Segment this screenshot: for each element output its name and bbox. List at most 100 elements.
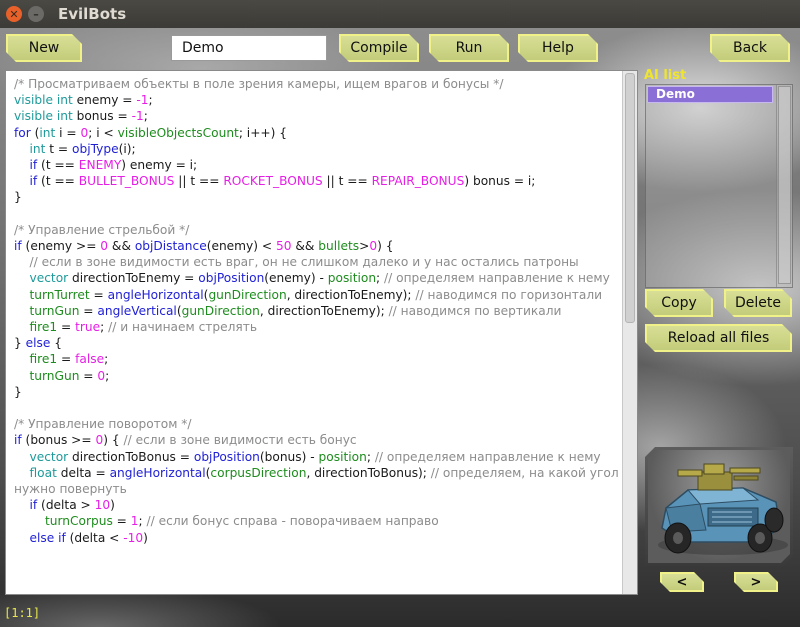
code-line[interactable]: visible int enemy = -1; <box>14 92 620 108</box>
code-line[interactable]: float delta = angleHorizontal(corpusDire… <box>14 465 620 497</box>
copy-button[interactable]: Copy <box>645 289 713 317</box>
code-token: objType <box>72 141 119 156</box>
code-token: && <box>291 239 319 254</box>
code-token: angleVertical <box>97 303 177 318</box>
code-token: ; <box>376 271 385 286</box>
delete-button[interactable]: Delete <box>724 289 792 317</box>
ai-list-scrollbar[interactable] <box>776 85 792 287</box>
code-token: = <box>112 514 131 529</box>
code-line[interactable] <box>14 400 620 416</box>
code-token: turnGun <box>29 303 80 318</box>
code-token: ROCKET_BONUS <box>223 174 323 189</box>
code-token: (enemy) - <box>264 271 328 286</box>
code-token: if <box>14 239 22 254</box>
help-button[interactable]: Help <box>518 34 598 62</box>
code-token: delta = <box>56 465 110 480</box>
cursor-position: [1:1] <box>4 606 41 620</box>
code-line[interactable]: else if (delta < -10) <box>14 530 620 546</box>
new-button[interactable]: New <box>6 34 82 62</box>
code-line[interactable]: /* Просматриваем объекты в поле зрения к… <box>14 76 620 92</box>
code-line[interactable]: vector directionToEnemy = objPosition(en… <box>14 270 620 286</box>
code-token: // определяем направление к немy <box>384 271 610 286</box>
code-token: else <box>25 336 51 351</box>
code-token: fire1 <box>29 352 58 367</box>
ai-list-title: AI list <box>644 68 687 83</box>
code-token: fire1 <box>29 320 58 335</box>
code-line[interactable]: // если в зоне видимости есть враг, он н… <box>14 254 620 270</box>
code-line[interactable]: visible int bonus = -1; <box>14 108 620 124</box>
code-line[interactable]: } <box>14 189 620 205</box>
code-token: bullets <box>318 239 360 254</box>
reload-all-files-button[interactable]: Reload all files <box>645 324 792 352</box>
code-token: 0 <box>100 239 109 254</box>
code-token: angleHorizontal <box>109 465 206 480</box>
code-token: // определяем направление к немy <box>374 449 601 464</box>
code-token: -10 <box>123 530 144 545</box>
code-token: ) { <box>377 239 394 254</box>
code-line[interactable]: } <box>14 384 620 400</box>
code-token: { <box>50 336 63 351</box>
code-token: (t == <box>37 174 79 189</box>
window-title: EvilBots <box>58 5 127 23</box>
code-token: } <box>14 384 22 399</box>
code-token: ; <box>143 109 148 124</box>
code-line[interactable]: vector directionToBonus = objPosition(bo… <box>14 449 620 465</box>
code-token: /* Просматриваем объекты в поле зрения к… <box>14 77 504 91</box>
code-line[interactable]: turnGun = 0; <box>14 368 620 384</box>
code-token: visibleObjectsCount <box>117 125 239 140</box>
code-line[interactable]: fire1 = false; <box>14 351 620 367</box>
code-line[interactable]: if (t == ENEMY) enemy = i; <box>14 157 620 173</box>
close-icon[interactable]: ✕ <box>6 6 22 22</box>
editor-scrollbar[interactable] <box>622 71 637 594</box>
code-line[interactable]: turnGun = angleVertical(gunDirection, di… <box>14 303 620 319</box>
title-bar: ✕ – EvilBots <box>0 0 800 28</box>
code-line[interactable]: if (bonus >= 0) { // если в зоне видимос… <box>14 432 620 448</box>
compile-button[interactable]: Compile <box>339 34 419 62</box>
code-line[interactable] <box>14 206 620 222</box>
bot-name-input[interactable] <box>171 35 327 61</box>
code-token: // наводимся по вертикали <box>388 303 562 318</box>
code-line[interactable]: /* Управление стрельбой */ <box>14 222 620 238</box>
code-line[interactable]: for (int i = 0; i < visibleObjectsCount;… <box>14 125 620 141</box>
code-line[interactable]: turnCorpus = 1; // если бонус справа - п… <box>14 513 620 529</box>
code-line[interactable]: /* Управление поворотом */ <box>14 416 620 432</box>
code-token: 1 <box>130 514 139 529</box>
code-token: objPosition <box>193 449 260 464</box>
code-token: ; <box>100 320 109 335</box>
ai-list-scrollbar-thumb[interactable] <box>778 86 791 284</box>
code-line[interactable]: if (t == BULLET_BONUS || t == ROCKET_BON… <box>14 173 620 189</box>
code-token: // если бонус справа - поворачиваем напр… <box>146 514 439 529</box>
code-token: else if <box>29 530 66 545</box>
code-token: ) bonus = i; <box>464 174 536 189</box>
code-token: // если в зоне видимости есть бонус <box>123 433 357 448</box>
code-editor[interactable]: /* Просматриваем объекты в поле зрения к… <box>5 70 638 595</box>
code-line[interactable]: fire1 = true; // и начинаем стрелять <box>14 319 620 335</box>
code-token: (bonus) - <box>259 449 319 464</box>
minimize-icon[interactable]: – <box>28 6 44 22</box>
code-line[interactable]: if (enemy >= 0 && objDistance(enemy) < 5… <box>14 238 620 254</box>
ai-list-item[interactable]: Demo <box>647 86 773 103</box>
editor-scrollbar-thumb[interactable] <box>625 73 635 323</box>
code-token: 50 <box>275 239 292 254</box>
code-token: } <box>14 336 26 351</box>
code-line[interactable]: if (delta > 10) <box>14 497 620 513</box>
code-token: int <box>39 125 56 140</box>
code-token: directionToBonus = <box>68 449 194 464</box>
code-line[interactable]: turnTurret = angleHorizontal(gunDirectio… <box>14 287 620 303</box>
back-button[interactable]: Back <box>710 34 790 62</box>
ai-list[interactable]: Demo <box>645 84 793 288</box>
code-text[interactable]: /* Просматриваем объекты в поле зрения к… <box>14 76 620 546</box>
preview-frame <box>648 450 790 563</box>
code-token: turnGun <box>29 368 80 383</box>
code-line[interactable]: int t = objType(i); <box>14 141 620 157</box>
run-button[interactable]: Run <box>429 34 509 62</box>
code-token: // и начинаем стрелять <box>108 320 258 335</box>
code-line[interactable]: } else { <box>14 335 620 351</box>
code-token: objDistance <box>134 239 207 254</box>
